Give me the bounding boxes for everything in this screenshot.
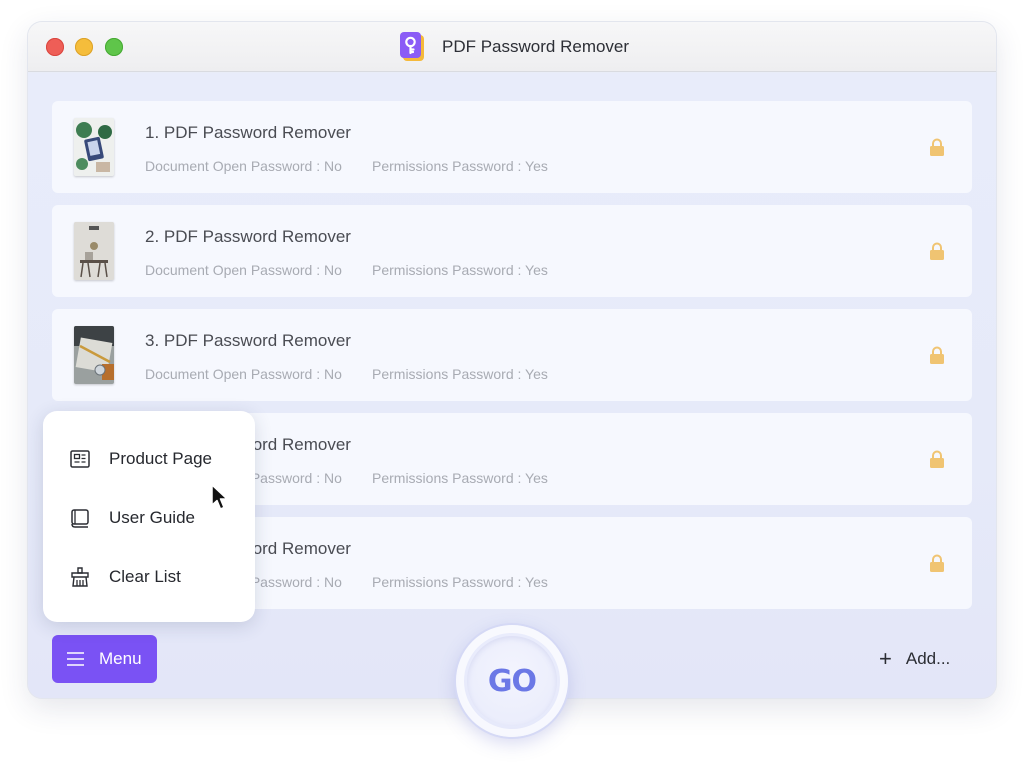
add-button-label: Add... [905,649,951,668]
title-bar: PDF Password Remover [28,22,996,72]
go-button-label: GO [487,663,537,699]
go-button[interactable]: GO [456,625,568,737]
file-thumbnail [74,222,114,280]
permissions-password-status: Permissions Password : Yes [372,470,548,486]
permissions-password-status: Permissions Password : Yes [372,158,548,174]
user-guide-icon [69,507,91,529]
product-page-icon [69,448,91,470]
file-thumbnail [74,326,114,384]
file-name: 1. PDF Password Remover [145,123,351,142]
lock-icon [929,242,945,260]
file-row[interactable]: 2. PDF Password Remover Document Open Pa… [52,205,972,297]
add-button[interactable]: + Add... [879,646,950,672]
open-password-status: Document Open Password : No [145,262,342,278]
permissions-password-status: Permissions Password : Yes [372,574,548,590]
zoom-window-button[interactable] [105,38,123,56]
file-row[interactable]: 3. PDF Password Remover Document Open Pa… [52,309,972,401]
open-password-status: Document Open Password : No [145,366,342,382]
open-password-status: Document Open Password : No [145,158,342,174]
minimize-window-button[interactable] [75,38,93,56]
lock-icon [929,138,945,156]
lock-icon [929,554,945,572]
menu-button[interactable]: Menu [52,635,157,683]
window-title-group: PDF Password Remover [400,32,629,62]
hamburger-icon [67,652,84,666]
file-thumbnail [74,118,114,176]
permissions-password-status: Permissions Password : Yes [372,262,548,278]
lock-icon [929,450,945,468]
lock-icon [929,346,945,364]
menu-popup: Product Page User Guide Clear List [43,411,255,622]
clear-list-icon [69,566,91,588]
file-row[interactable]: 1. PDF Password Remover Document Open Pa… [52,101,972,193]
mouse-pointer-icon [210,484,230,512]
menu-item-clear-list[interactable]: Clear List [43,557,255,597]
menu-item-label: Clear List [109,567,181,586]
menu-item-label: Product Page [109,449,213,468]
permissions-password-status: Permissions Password : Yes [372,366,548,382]
window-title: PDF Password Remover [442,37,630,56]
file-name: 3. PDF Password Remover [145,331,351,350]
app-logo-icon [400,32,426,62]
close-window-button[interactable] [46,38,64,56]
file-name: 2. PDF Password Remover [145,227,351,246]
menu-item-product-page[interactable]: Product Page [43,439,255,479]
menu-button-label: Menu [99,649,142,668]
go-button-inner: GO [467,636,557,726]
plus-icon: + [879,646,892,671]
menu-item-label: User Guide [109,508,195,527]
